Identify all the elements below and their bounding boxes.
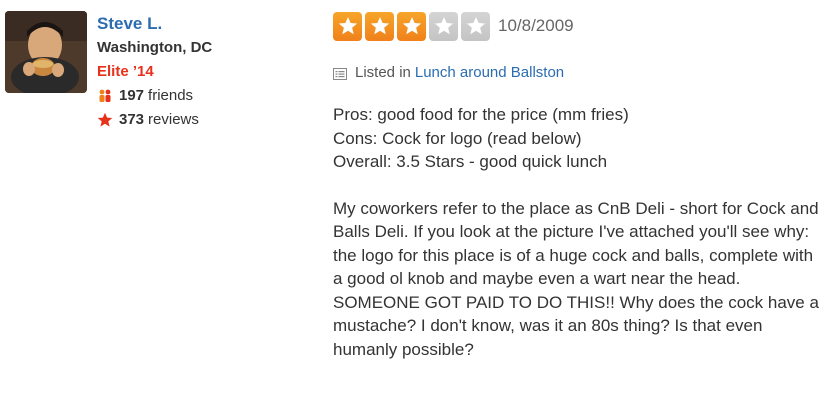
reviews-count: 373 — [119, 111, 145, 128]
user-name-link[interactable]: Steve L. — [97, 13, 317, 35]
star-filled-icon — [333, 11, 362, 41]
review-date: 10/8/2009 — [498, 16, 574, 35]
user-details: Steve L. Washington, DC Elite ’14 197 fr… — [97, 13, 317, 132]
user-location: Washington, DC — [97, 39, 213, 56]
reviews-stat: 373 reviews — [97, 108, 317, 132]
listed-prefix: Listed in — [355, 64, 411, 81]
elite-badge: Elite ’14 — [97, 63, 154, 80]
friends-icon — [97, 88, 115, 104]
review-line-overall: Overall: 3.5 Stars - good quick lunch — [333, 152, 608, 171]
review-body: Pros: good food for the price (mm fries)… — [333, 103, 823, 361]
friends-count: 197 — [119, 87, 145, 104]
friends-label: friends — [148, 87, 194, 104]
reviews-label: reviews — [148, 111, 199, 128]
list-link[interactable]: Lunch around Ballston — [415, 64, 564, 81]
rating-row: 10/8/2009 — [333, 10, 823, 42]
star-icon — [97, 112, 115, 128]
star-filled-icon — [365, 11, 394, 41]
review-paragraph: My coworkers refer to the place as CnB D… — [333, 198, 819, 359]
review: 10/8/2009 Listed in Lunch around Ballsto… — [333, 10, 823, 361]
listed-in: Listed in Lunch around Ballston — [333, 64, 823, 81]
review-line-cons: Cons: Cock for logo (read below) — [333, 128, 582, 148]
avatar[interactable] — [5, 11, 87, 93]
star-empty-icon — [461, 11, 490, 41]
star-filled-icon — [397, 11, 426, 41]
review-line-pros: Pros: good food for the price (mm fries) — [333, 105, 629, 124]
star-rating — [333, 11, 490, 41]
friends-stat: 197 friends — [97, 84, 317, 108]
star-empty-icon — [429, 11, 458, 41]
list-icon — [333, 67, 347, 80]
